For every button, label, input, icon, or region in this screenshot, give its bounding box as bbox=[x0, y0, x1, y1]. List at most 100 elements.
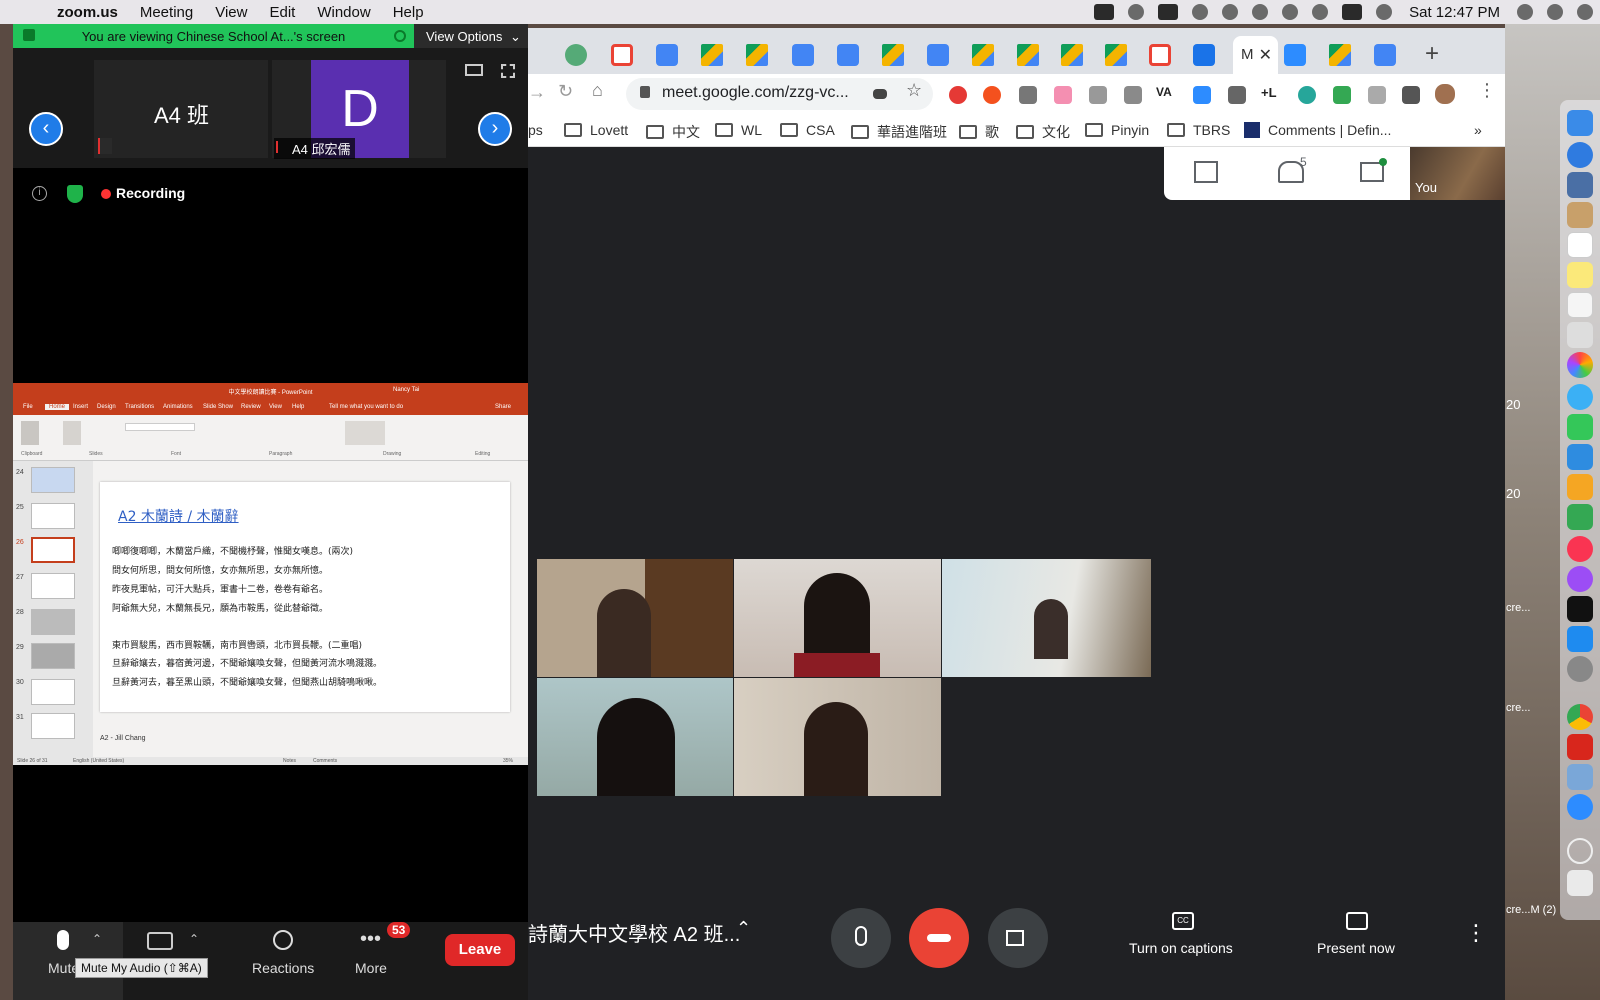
extension-zoom-icon[interactable] bbox=[1193, 86, 1211, 104]
bookmark-folder[interactable]: CSA bbox=[780, 122, 835, 138]
notes-icon[interactable] bbox=[1567, 262, 1593, 288]
layout-grid-icon[interactable] bbox=[1194, 161, 1218, 183]
video-off-icon[interactable] bbox=[147, 932, 173, 950]
menu-help[interactable]: Help bbox=[382, 4, 435, 21]
bookmark-apps[interactable]: ps bbox=[528, 122, 543, 138]
ppt-tab-home[interactable]: Home bbox=[45, 404, 70, 410]
menu-app-name[interactable]: zoom.us bbox=[46, 4, 129, 21]
captions-icon[interactable]: CC bbox=[1172, 912, 1194, 930]
audio-options-chevron-icon[interactable]: ⌃ bbox=[92, 932, 102, 946]
participant-video-tile[interactable] bbox=[734, 559, 941, 677]
reminders-icon[interactable] bbox=[1567, 292, 1593, 318]
control-center-icon[interactable] bbox=[1577, 4, 1593, 20]
next-page-arrow-icon[interactable]: › bbox=[478, 112, 512, 146]
tab-gmail-icon[interactable] bbox=[611, 44, 633, 66]
app-store-icon[interactable] bbox=[1567, 626, 1593, 652]
ppt-tab-help[interactable]: Help bbox=[292, 404, 304, 410]
shapes-gallery-icon[interactable] bbox=[345, 421, 385, 445]
extension-arrow-icon[interactable] bbox=[1054, 86, 1072, 104]
comments-toggle[interactable]: Comments bbox=[313, 758, 337, 764]
input-source-icon[interactable] bbox=[1342, 4, 1363, 20]
bookmark-folder[interactable]: 歌 bbox=[959, 122, 999, 142]
extension-square-icon[interactable] bbox=[1124, 86, 1142, 104]
slide-thumbnail[interactable] bbox=[31, 713, 75, 739]
tab-icon[interactable] bbox=[565, 44, 587, 66]
slide-thumbnail[interactable] bbox=[31, 467, 75, 493]
creative-cloud-icon[interactable] bbox=[1128, 4, 1145, 20]
keynote-icon[interactable] bbox=[1567, 444, 1593, 470]
profile-avatar[interactable] bbox=[1435, 84, 1455, 104]
chrome-icon[interactable] bbox=[1567, 704, 1593, 730]
security-shield-icon[interactable] bbox=[67, 185, 83, 203]
numbers-icon[interactable] bbox=[1567, 504, 1593, 530]
bookmark-folder[interactable]: 華語進階班 bbox=[851, 122, 947, 142]
ppt-tab-review[interactable]: Review bbox=[241, 404, 261, 410]
view-options-dropdown[interactable]: View Options ⌄ bbox=[414, 24, 528, 48]
tab-drive-icon[interactable] bbox=[972, 44, 994, 66]
bookmark-folder[interactable]: TBRS bbox=[1167, 122, 1230, 138]
more-dots-icon[interactable]: ••• bbox=[360, 928, 381, 951]
new-slide-icon[interactable] bbox=[63, 421, 81, 445]
microphone-button[interactable] bbox=[831, 908, 891, 968]
captions-label[interactable]: Turn on captions bbox=[1129, 940, 1233, 956]
bookmark-link[interactable]: Comments | Defin... bbox=[1244, 122, 1391, 138]
tab-docs-icon[interactable] bbox=[837, 44, 859, 66]
facetime-icon[interactable] bbox=[1567, 414, 1593, 440]
participant-video-tile[interactable] bbox=[734, 678, 941, 796]
tab-drive-icon[interactable] bbox=[1061, 44, 1083, 66]
slide-title[interactable]: A2 木蘭詩 / 木蘭辭 bbox=[118, 506, 239, 526]
participant-tile[interactable]: D A4 邱宏儒 bbox=[272, 60, 446, 159]
ppt-share-button[interactable]: Share bbox=[495, 404, 511, 410]
menu-meeting[interactable]: Meeting bbox=[129, 4, 204, 21]
help-icon[interactable] bbox=[1567, 838, 1593, 864]
slide-thumbnail-selected[interactable] bbox=[31, 537, 75, 563]
extension-chinese-icon[interactable] bbox=[1089, 86, 1107, 104]
calendar-icon[interactable] bbox=[1567, 232, 1593, 258]
participant-video-tile[interactable] bbox=[942, 559, 1151, 677]
extension-plus-l-label[interactable]: +L bbox=[1261, 85, 1277, 100]
time-machine-icon[interactable] bbox=[1252, 4, 1269, 20]
tab-drive-icon[interactable] bbox=[1105, 44, 1127, 66]
bookmark-folder[interactable]: Pinyin bbox=[1085, 122, 1149, 138]
bookmark-folder[interactable]: Lovett bbox=[564, 122, 628, 138]
tab-drive-icon[interactable] bbox=[746, 44, 768, 66]
leave-button[interactable]: Leave bbox=[445, 934, 515, 966]
slide-thumbnail[interactable] bbox=[31, 573, 75, 599]
ppt-tab-insert[interactable]: Insert bbox=[73, 404, 88, 410]
desktop-file-label[interactable]: cre...M (2) bbox=[1506, 904, 1556, 916]
ppt-tell-me[interactable]: Tell me what you want to do bbox=[329, 404, 403, 410]
zoom-level[interactable]: 35% bbox=[503, 758, 513, 764]
meeting-name[interactable]: 詩蘭大中文學校 A2 班... bbox=[528, 918, 740, 947]
trash-icon[interactable] bbox=[1567, 870, 1593, 896]
slide-notes[interactable]: A2 - Jill Chang bbox=[100, 735, 510, 749]
image-capture-icon[interactable] bbox=[1567, 764, 1593, 790]
slide-thumbnail[interactable] bbox=[31, 679, 75, 705]
ppt-tab-animations[interactable]: Animations bbox=[163, 404, 193, 410]
home-icon[interactable]: ⌂ bbox=[592, 80, 603, 101]
tab-docs-icon[interactable] bbox=[656, 44, 678, 66]
bookmark-star-icon[interactable]: ☆ bbox=[906, 80, 922, 101]
meeting-info-icon[interactable]: i bbox=[32, 186, 47, 201]
apple-tv-icon[interactable] bbox=[1567, 596, 1593, 622]
slide-thumbnail[interactable] bbox=[31, 609, 75, 635]
ppt-tab-slideshow[interactable]: Slide Show bbox=[203, 404, 233, 410]
bookmarks-overflow-icon[interactable]: » bbox=[1474, 122, 1482, 138]
video-options-chevron-icon[interactable]: ⌃ bbox=[189, 932, 199, 946]
siri-icon[interactable] bbox=[1547, 4, 1563, 20]
font-name-field[interactable] bbox=[125, 423, 195, 431]
menubar-clock[interactable]: Sat 12:47 PM bbox=[1399, 4, 1510, 21]
tab-docs-icon[interactable] bbox=[927, 44, 949, 66]
participant-video-tile[interactable] bbox=[537, 559, 733, 677]
reactions-label[interactable]: Reactions bbox=[252, 960, 314, 976]
more-label[interactable]: More bbox=[355, 960, 387, 976]
spotlight-search-icon[interactable] bbox=[1517, 4, 1533, 20]
camera-button[interactable] bbox=[988, 908, 1048, 968]
tab-drive-icon[interactable] bbox=[701, 44, 723, 66]
tab-drive-icon[interactable] bbox=[1329, 44, 1351, 66]
camera-in-use-icon[interactable] bbox=[873, 89, 887, 99]
self-view-tile[interactable]: You bbox=[1410, 147, 1505, 200]
podcasts-icon[interactable] bbox=[1567, 566, 1593, 592]
present-label[interactable]: Present now bbox=[1317, 940, 1395, 956]
slide-canvas[interactable]: A2 木蘭詩 / 木蘭辭 唧唧復唧唧，木蘭當戶織，不聞機杼聲，惟聞女嘆息。(兩次… bbox=[100, 482, 510, 712]
bookmark-folder[interactable]: 文化 bbox=[1016, 122, 1070, 142]
